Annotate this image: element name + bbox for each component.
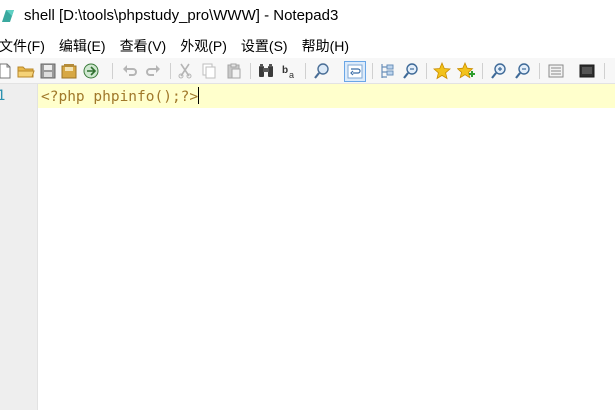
- save-as-icon[interactable]: [60, 62, 78, 80]
- word-wrap-icon[interactable]: [344, 61, 366, 82]
- menu-edit[interactable]: 编辑(E): [59, 36, 106, 56]
- find-icon[interactable]: [257, 62, 275, 80]
- zoom-in-icon[interactable]: [490, 62, 508, 80]
- notepad3-window: shell [D:\tools\phpstudy_pro\WWW] - Note…: [0, 0, 615, 410]
- menu-help[interactable]: 帮助(H): [302, 36, 349, 56]
- line-number-gutter: 1: [0, 84, 38, 410]
- paste-icon[interactable]: [225, 62, 243, 80]
- zoom-find-icon[interactable]: [313, 62, 331, 80]
- toolbar-separator: [170, 63, 171, 79]
- window-title: shell [D:\tools\phpstudy_pro\WWW] - Note…: [24, 7, 339, 24]
- line-number: 1: [0, 88, 6, 104]
- save-icon[interactable]: [39, 62, 57, 80]
- toolbar: ba: [0, 58, 615, 84]
- toolbar-separator: [305, 63, 306, 79]
- menu-bar: 文件(F) 编辑(E) 查看(V) 外观(P) 设置(S) 帮助(H): [0, 35, 615, 57]
- browse-icon[interactable]: [82, 62, 100, 80]
- toolbar-separator: [250, 63, 251, 79]
- notepad3-app-icon: [0, 8, 16, 24]
- menu-file[interactable]: 文件(F): [0, 36, 45, 56]
- svg-text:b: b: [282, 65, 288, 76]
- svg-text:a: a: [289, 70, 294, 80]
- add-favorite-icon[interactable]: [457, 62, 475, 80]
- redo-icon[interactable]: [144, 62, 162, 80]
- toolbar-separator: [482, 63, 483, 79]
- open-folder-icon[interactable]: [17, 62, 35, 80]
- toolbar-separator: [372, 63, 373, 79]
- undo-icon[interactable]: [121, 62, 139, 80]
- find-next-icon[interactable]: [402, 62, 420, 80]
- toolbar-separator: [604, 63, 605, 79]
- settings-icon[interactable]: [547, 62, 565, 80]
- zoom-out-icon[interactable]: [514, 62, 532, 80]
- menu-appearance[interactable]: 外观(P): [180, 36, 227, 56]
- text-caret: [198, 87, 200, 104]
- favorite-star-icon[interactable]: [433, 62, 451, 80]
- toolbar-separator: [112, 63, 113, 79]
- cut-icon[interactable]: [176, 62, 194, 80]
- menu-settings[interactable]: 设置(S): [241, 36, 288, 56]
- code-line[interactable]: <?php phpinfo();?>: [41, 87, 200, 105]
- fullscreen-icon[interactable]: [578, 62, 596, 80]
- toolbar-separator: [426, 63, 427, 79]
- replace-icon[interactable]: ba: [281, 62, 299, 80]
- new-file-icon[interactable]: [0, 62, 14, 80]
- select-block-icon[interactable]: [378, 62, 396, 80]
- menu-view[interactable]: 查看(V): [120, 36, 167, 56]
- toolbar-separator: [539, 63, 540, 79]
- code-text: <?php phpinfo();?>: [41, 89, 199, 105]
- title-bar[interactable]: shell [D:\tools\phpstudy_pro\WWW] - Note…: [0, 0, 615, 34]
- copy-icon[interactable]: [200, 62, 218, 80]
- editor-area[interactable]: 1 <?php phpinfo();?>: [0, 84, 615, 410]
